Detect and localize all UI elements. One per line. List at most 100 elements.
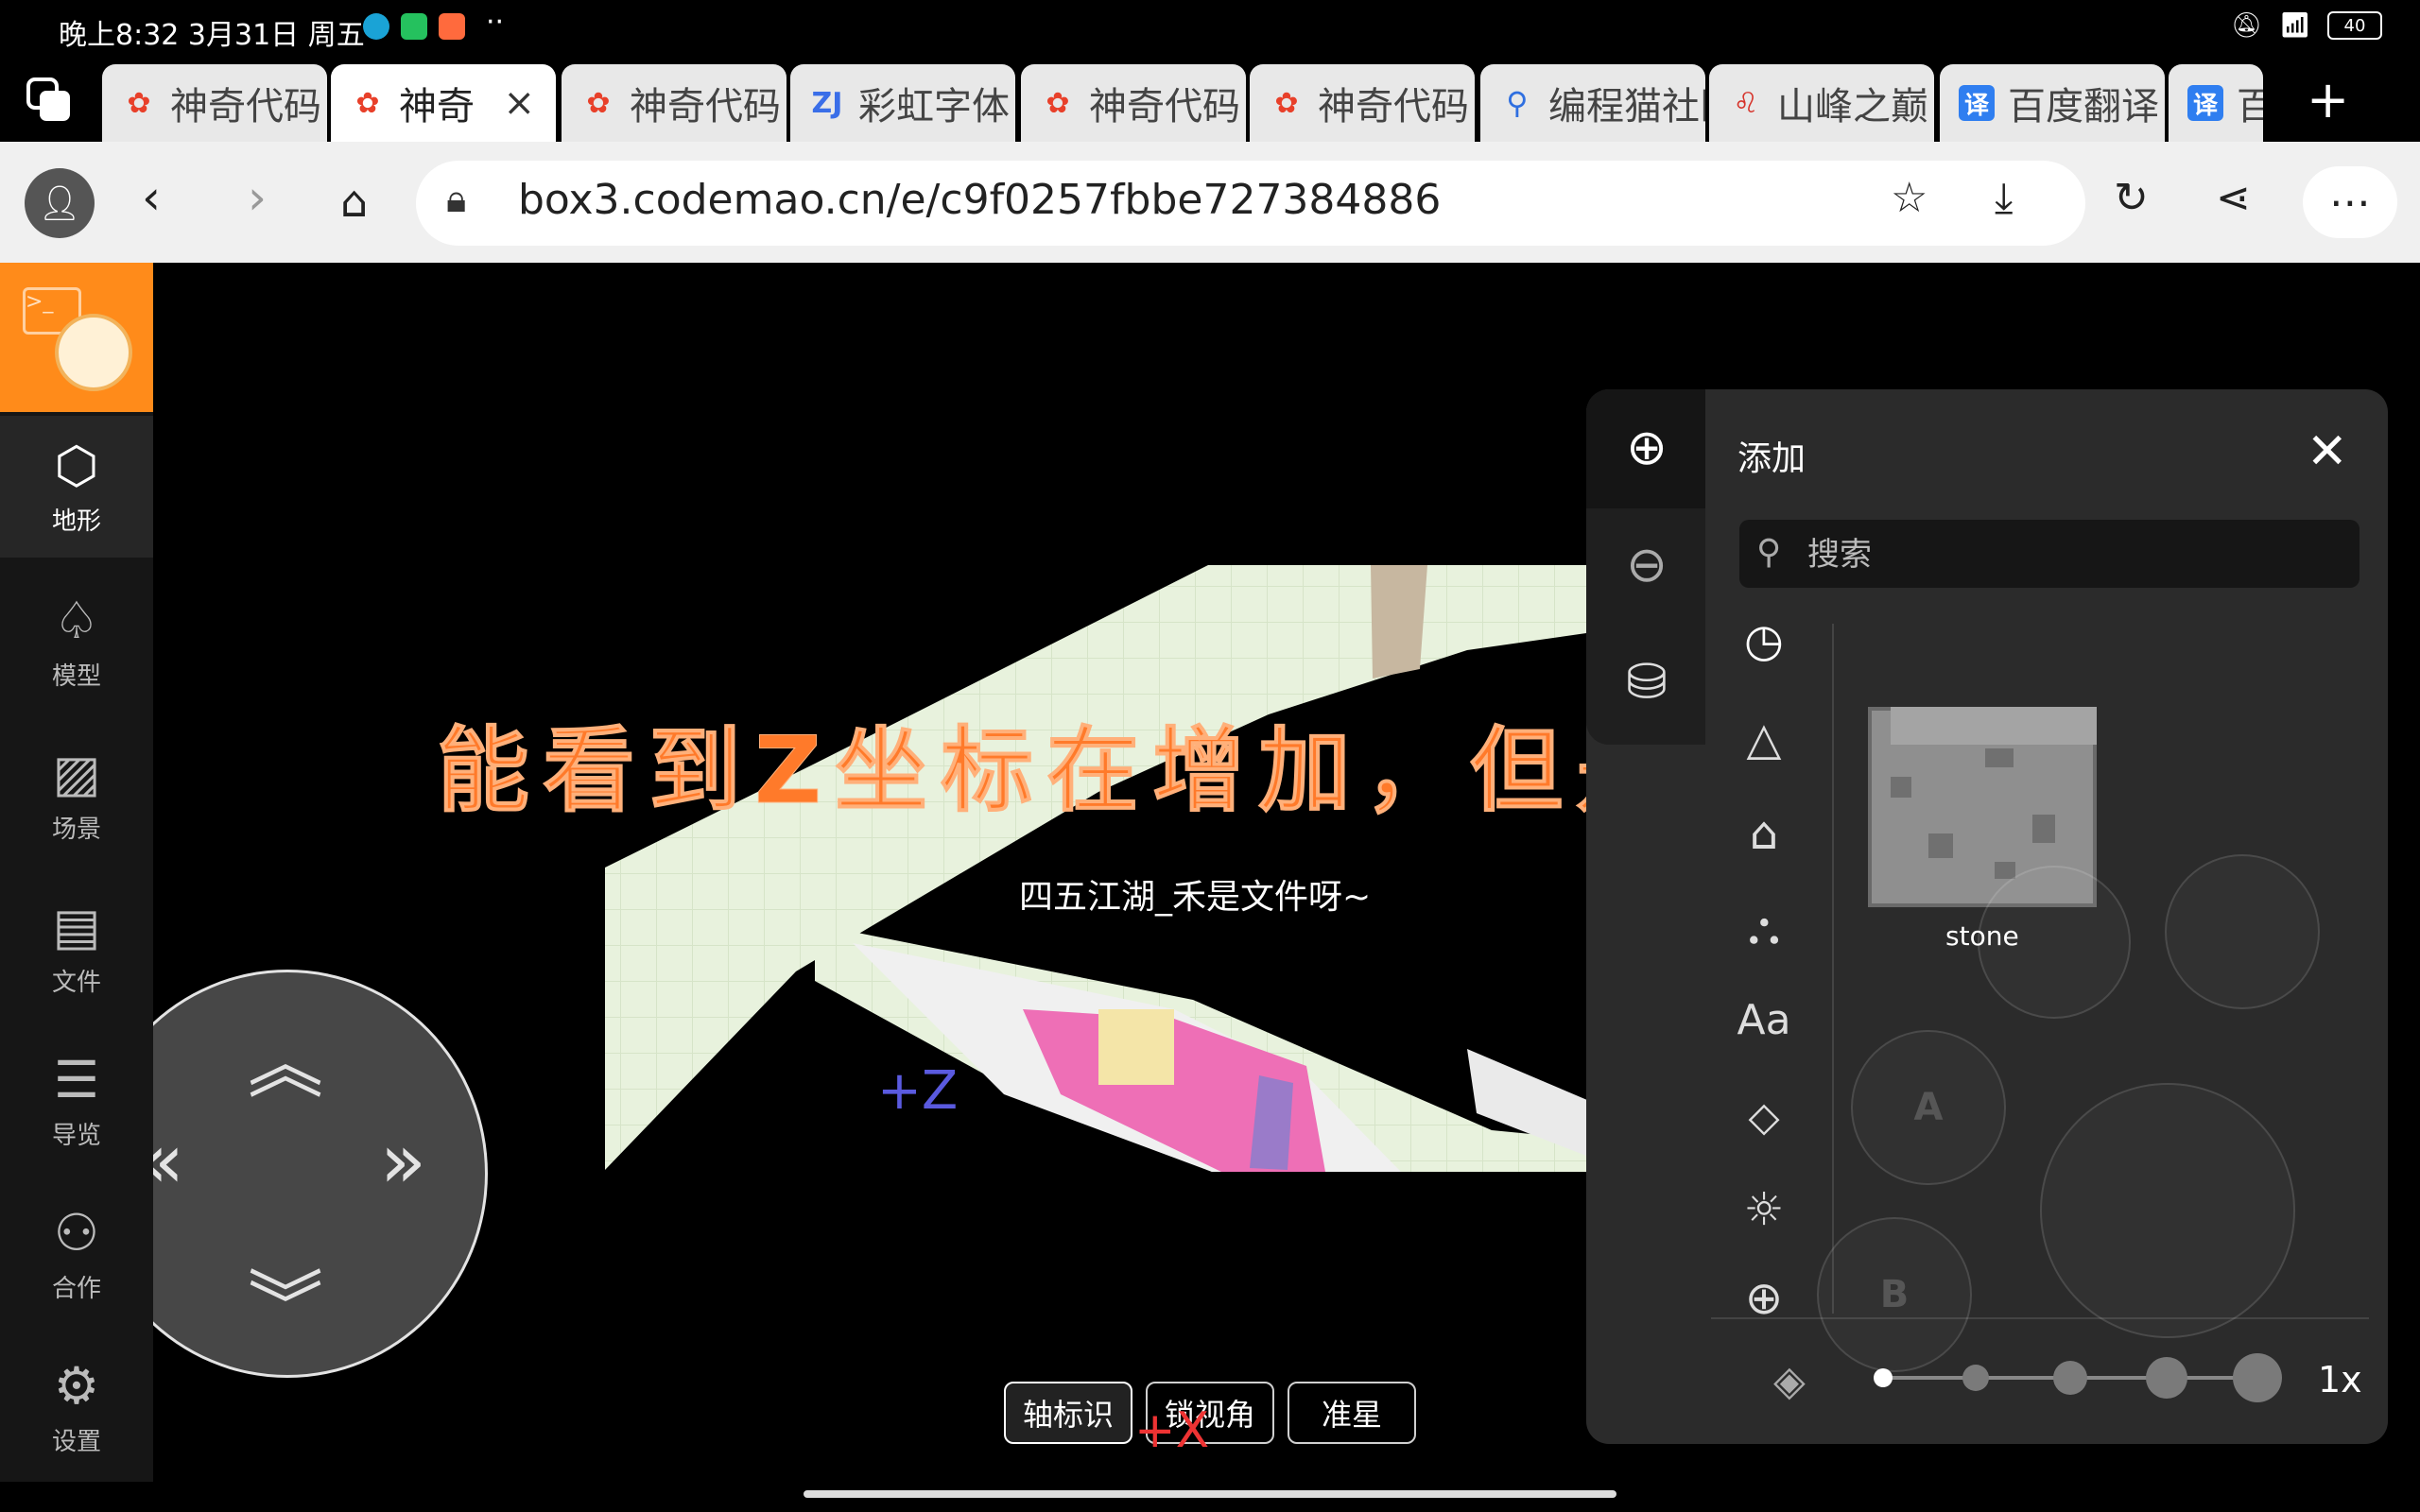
slider-step[interactable] (2233, 1353, 2282, 1402)
url-text[interactable]: box3.codemao.cn/e/c9f0257fbbe727384886 (518, 176, 1441, 224)
translate-icon: 译 (2187, 85, 2223, 121)
list-icon: ☰ (53, 1049, 100, 1109)
sidebar-item-collaborate[interactable]: ⚇ 合作 (0, 1183, 153, 1325)
slider-step[interactable] (1962, 1365, 1989, 1391)
home-icon[interactable]: ⌂ (340, 176, 368, 227)
user-icon: 👤︎ (38, 184, 81, 223)
sidebar-item-label: 合作 (51, 1274, 101, 1303)
sidebar-item-navigation[interactable]: ☰ 导览 (0, 1030, 153, 1172)
slider-step[interactable] (2146, 1357, 2187, 1399)
panel-divider (1832, 624, 1834, 1314)
codemao-logo-icon (55, 314, 132, 391)
panel-bottom-divider (1711, 1317, 2369, 1319)
text-icon[interactable]: Aa (1736, 996, 1792, 1044)
home-indicator[interactable] (804, 1490, 1616, 1498)
stone-texture (1985, 748, 2014, 767)
huawei-flower-icon: ✿ (355, 86, 380, 120)
tab-label: 彩虹字体 (858, 85, 1010, 129)
download-icon[interactable]: ⤓ (1995, 174, 2013, 222)
axis-marker-button[interactable]: 轴标识 (1004, 1382, 1132, 1444)
wifi-icon: 📶︎ (2278, 11, 2310, 40)
sidebar-item-label: 设置 (51, 1427, 101, 1456)
axis-x-label: +X (1134, 1402, 1210, 1459)
stone-texture (1891, 777, 1911, 798)
tab-label: 百度翻译 (2008, 85, 2159, 129)
tab-switcher-icon[interactable] (25, 76, 74, 125)
sidebar-item-settings[interactable]: ⚙ 设置 (0, 1336, 153, 1478)
joystick-down-icon[interactable]: ︾ (248, 1246, 323, 1355)
bookmark-star-icon[interactable]: ☆ (1891, 174, 1927, 222)
translate-icon: 译 (1959, 85, 1995, 121)
light-sun-icon[interactable]: ☼ (1736, 1183, 1792, 1236)
gear-icon: ⚙ (53, 1355, 100, 1416)
tab-label: 编程猫社区 (1548, 85, 1705, 129)
brush-size-slider[interactable] (1874, 1353, 2282, 1402)
sidebar-item-files[interactable]: ▤ 文件 (0, 877, 153, 1019)
paint-bucket-icon[interactable]: ⛁ (1618, 654, 1675, 711)
status-app-icons (363, 13, 465, 40)
add-mode-icon[interactable]: ⊕ (1618, 420, 1675, 476)
tab-close-icon[interactable]: × (503, 81, 535, 125)
huawei-flower-icon: ✿ (127, 86, 151, 120)
sidebar-item-model[interactable]: ♤ 模型 (0, 571, 153, 713)
tab-1[interactable]: ✿ 神奇代码 (102, 64, 327, 142)
joystick-right-icon[interactable]: » (380, 1117, 426, 1205)
more-menu-button[interactable]: ⋯ (2303, 166, 2397, 238)
tab-7[interactable]: ⚲ 编程猫社区 (1480, 64, 1705, 142)
house-icon[interactable]: ⌂ (1736, 807, 1792, 860)
ghost-a-label: A (1913, 1086, 1944, 1129)
tab-4[interactable]: ZJ 彩虹字体 (790, 64, 1015, 142)
recent-history-icon[interactable]: ◷ (1736, 614, 1792, 667)
search-input[interactable] (1806, 529, 2339, 580)
tab-label: 神奇代码 (1089, 85, 1240, 129)
share-icon[interactable]: ⋖ (2216, 174, 2251, 222)
tab-10[interactable]: 译 百 (2169, 64, 2263, 142)
sidebar-item-label: 文件 (51, 968, 101, 997)
search-icon: ⚲ (1756, 533, 1782, 572)
tag-icon[interactable]: ⬦ (1736, 1091, 1792, 1144)
slider-handle[interactable] (1874, 1368, 1893, 1387)
profile-avatar[interactable]: 👤︎ (25, 168, 95, 238)
search-icon: ⚲ (1506, 85, 1529, 121)
wechat-app-icon (401, 13, 427, 40)
sidebar-item-label: 地形 (51, 507, 101, 536)
tree-icon: ♤ (53, 590, 100, 650)
close-icon[interactable]: ✕ (2307, 423, 2348, 480)
layers-icon[interactable]: ◈ (1773, 1357, 1806, 1405)
tab-2-active[interactable]: ✿ 神奇 × (331, 64, 556, 142)
shapes-icon[interactable]: ⛬ (1736, 902, 1792, 955)
image-icon: ▨ (52, 743, 101, 803)
tab-6[interactable]: ✿ 神奇代码 (1250, 64, 1475, 142)
crosshair-button[interactable]: 准星 (1288, 1382, 1416, 1444)
tab-9[interactable]: 译 百度翻译 (1940, 64, 2165, 142)
users-icon: ⚇ (53, 1202, 100, 1263)
stone-texture (2032, 815, 2055, 843)
joystick-up-icon[interactable]: ︽ (248, 1004, 323, 1113)
sidebar-item-label: 场景 (51, 815, 101, 844)
tab-label: 神奇代码 (170, 85, 321, 129)
triangle-shape-icon[interactable]: △ (1736, 713, 1792, 765)
new-tab-button[interactable]: + (2307, 70, 2349, 129)
sidebar-item-terrain[interactable]: ⬡ 地形 (0, 416, 153, 558)
zoom-level[interactable]: 1x (2318, 1359, 2362, 1400)
tab-label: 神奇代码 (1318, 85, 1469, 129)
battery-level: 40 (2343, 15, 2366, 36)
add-more-icon[interactable]: ⊕ (1736, 1272, 1792, 1325)
back-button[interactable]: ‹ (142, 170, 161, 225)
status-indicators: 🔕︎ 📶︎ 40 (2231, 11, 2382, 40)
sidebar-item-label: 导览 (51, 1121, 101, 1150)
slider-step[interactable] (2053, 1361, 2087, 1395)
lock-icon[interactable]: 🔒︎ (446, 178, 466, 221)
tab-8[interactable]: ♌ 山峰之巅 (1709, 64, 1934, 142)
ghost-jump-button (2040, 1083, 2295, 1338)
ghost-fly-button (2165, 854, 2320, 1009)
sidebar-item-label: 模型 (51, 662, 101, 691)
reload-icon[interactable]: ↻ (2114, 174, 2149, 222)
lion-icon: ♌ (1733, 86, 1759, 120)
remove-mode-icon[interactable]: ⊖ (1618, 537, 1675, 593)
tab-3[interactable]: ✿ 神奇代码 (562, 64, 786, 142)
forward-button[interactable]: › (248, 170, 267, 225)
stone-block-top (1891, 707, 2097, 745)
tab-5[interactable]: ✿ 神奇代码 (1021, 64, 1246, 142)
sidebar-item-scene[interactable]: ▨ 场景 (0, 724, 153, 866)
